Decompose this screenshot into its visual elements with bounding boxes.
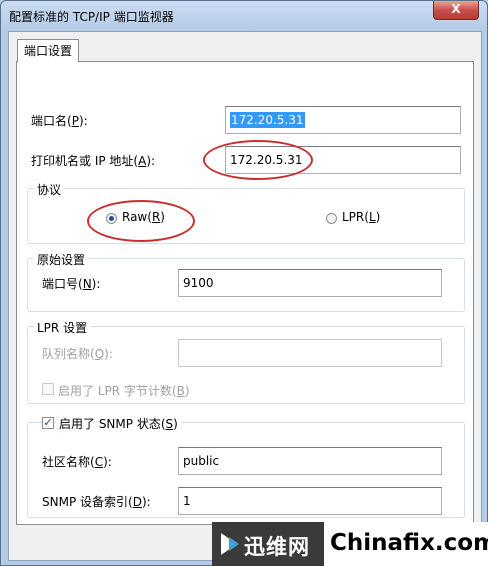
queue-name-input[interactable]: [178, 339, 442, 367]
community-name-input[interactable]: public: [178, 447, 442, 475]
title-bar[interactable]: 配置标准的 TCP/IP 端口监视器 X: [1, 1, 487, 29]
lpr-settings-group: LPR 设置 队列名称(Q): 启用了 LPR 字节计数(B): [27, 319, 465, 404]
lpr-radio[interactable]: [326, 213, 337, 224]
byte-counting-checkbox[interactable]: [42, 383, 54, 395]
watermark-en-text: Chinafix.com: [330, 530, 488, 556]
window-title: 配置标准的 TCP/IP 端口监视器: [9, 10, 174, 24]
dialog-client-area: 端口设置 端口名(P): 172.20.5.31 打印机名或 IP 地址(A):…: [8, 31, 482, 561]
protocol-group: 协议 Raw(R) LPR(L): [27, 181, 465, 244]
port-number-input[interactable]: 9100: [178, 269, 442, 297]
tab-page: 端口名(P): 172.20.5.31 打印机名或 IP 地址(A): 172.…: [16, 61, 474, 525]
close-button[interactable]: X: [433, 1, 479, 20]
close-icon: X: [451, 2, 461, 16]
watermark-logo: 迅维网: [212, 522, 324, 566]
snmp-enabled-label[interactable]: 启用了 SNMP 状态(S): [56, 415, 181, 432]
snmp-device-index-label: SNMP 设备索引(D):: [42, 495, 151, 509]
dialog-window: 配置标准的 TCP/IP 端口监视器 X 端口设置 端口名(P): 172.20…: [0, 0, 488, 566]
raw-settings-title: 原始设置: [34, 251, 89, 268]
watermark: 迅维网 Chinafix.com: [212, 522, 488, 566]
port-number-label: 端口号(N):: [42, 277, 101, 291]
byte-counting-label: 启用了 LPR 字节计数(B): [58, 384, 190, 398]
tab-port-settings[interactable]: 端口设置: [17, 39, 80, 62]
protocol-group-title: 协议: [34, 181, 65, 198]
lpr-settings-title: LPR 设置: [34, 319, 91, 336]
tab-label: 端口设置: [24, 44, 73, 58]
watermark-cn-text: 迅维网: [244, 535, 310, 559]
arrow-accent-icon: [229, 537, 239, 551]
lpr-radio-label[interactable]: LPR(L): [342, 210, 380, 224]
community-name-label: 社区名称(C):: [42, 455, 112, 469]
raw-radio[interactable]: [106, 213, 117, 224]
raw-settings-group: 原始设置 端口号(N): 9100: [27, 251, 465, 312]
snmp-group: ✓ 启用了 SNMP 状态(S) 社区名称(C): public SNMP 设备…: [27, 415, 465, 518]
port-name-label: 端口名(P):: [31, 114, 88, 128]
port-name-input[interactable]: 172.20.5.31: [225, 106, 461, 134]
snmp-device-index-input[interactable]: 1: [178, 487, 442, 515]
raw-radio-label[interactable]: Raw(R): [122, 210, 165, 224]
printer-address-input[interactable]: 172.20.5.31: [225, 146, 461, 174]
queue-name-label: 队列名称(Q):: [42, 347, 113, 361]
printer-address-label: 打印机名或 IP 地址(A):: [31, 154, 156, 168]
snmp-enabled-checkbox[interactable]: ✓: [42, 417, 54, 429]
